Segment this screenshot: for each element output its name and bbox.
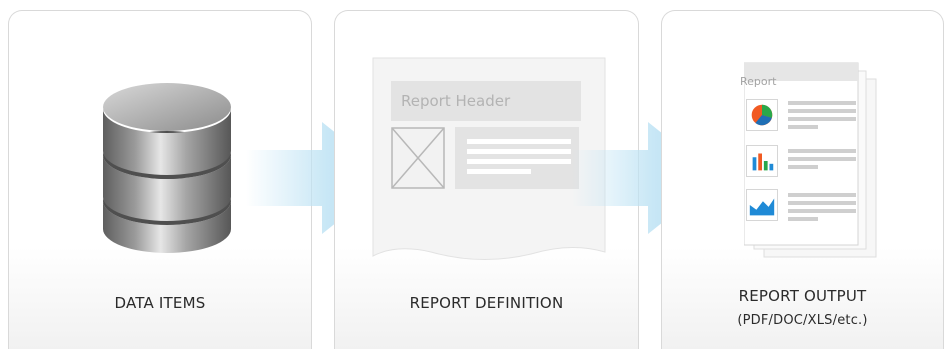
text-placeholder-block bbox=[455, 127, 579, 189]
report-output-panel: Report REPORT OUTPUT (PDF/DOC/XLS/etc.) bbox=[661, 10, 944, 349]
report-definition-caption: REPORT DEFINITION bbox=[409, 294, 564, 312]
area-chart-icon bbox=[746, 189, 778, 221]
bar-chart-icon bbox=[746, 145, 778, 177]
database-icon bbox=[103, 83, 231, 253]
report-output-formats: (PDF/DOC/XLS/etc.) bbox=[737, 313, 868, 328]
report-output-caption: REPORT OUTPUT bbox=[738, 287, 867, 305]
data-items-caption: DATA ITEMS bbox=[114, 294, 206, 312]
image-placeholder-icon bbox=[391, 127, 445, 189]
pie-chart-icon bbox=[746, 99, 778, 131]
report-label: Report bbox=[740, 75, 777, 88]
report-header-block: Report Header bbox=[391, 81, 581, 121]
